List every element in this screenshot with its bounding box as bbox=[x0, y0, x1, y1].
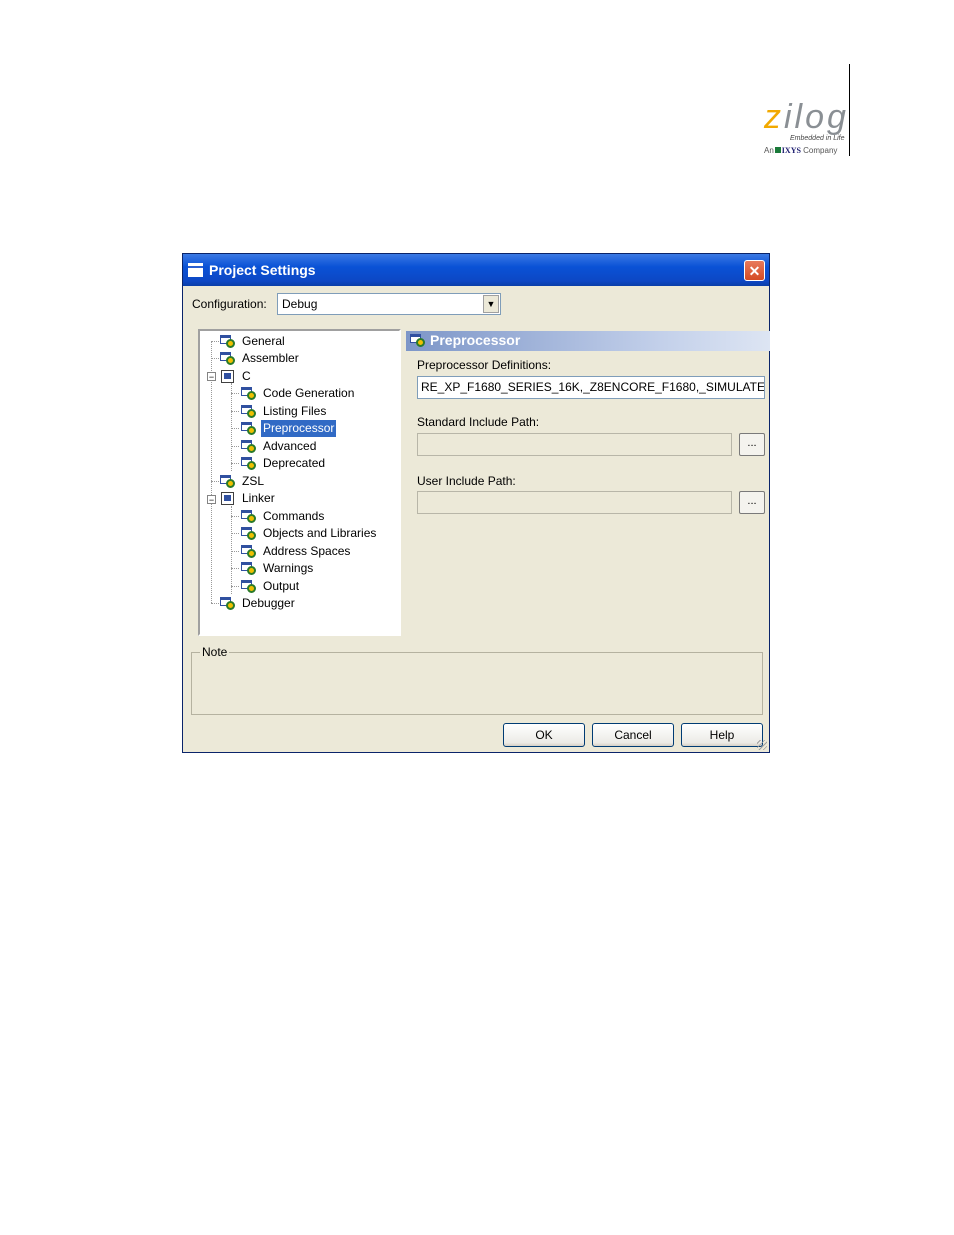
ixys-square-icon bbox=[774, 147, 781, 153]
standard-include-path-label: Standard Include Path: bbox=[417, 415, 540, 429]
settings-page-icon bbox=[220, 597, 236, 610]
cancel-button[interactable]: Cancel bbox=[592, 723, 674, 747]
settings-page-icon bbox=[220, 335, 236, 348]
resize-grip[interactable] bbox=[757, 740, 767, 750]
tree-line bbox=[231, 568, 239, 569]
user-include-browse-button[interactable]: ... bbox=[739, 491, 765, 514]
tree-line bbox=[231, 551, 239, 552]
configuration-label: Configuration: bbox=[192, 297, 267, 311]
configuration-value: Debug bbox=[282, 297, 318, 311]
tree-line bbox=[231, 533, 239, 534]
tree-line bbox=[211, 358, 219, 359]
logo-company: An IXYS Company bbox=[764, 146, 838, 155]
settings-page-icon bbox=[241, 510, 257, 523]
standard-include-browse-button[interactable]: ... bbox=[739, 433, 765, 456]
settings-page-icon bbox=[410, 334, 426, 347]
tree-line bbox=[231, 428, 239, 429]
tree-line bbox=[231, 516, 239, 517]
tree-line bbox=[231, 411, 239, 412]
collapse-linker-toggle[interactable]: − bbox=[207, 495, 216, 505]
tree-line bbox=[211, 603, 219, 604]
dialog-title: Project Settings bbox=[209, 262, 316, 278]
settings-folder-icon bbox=[220, 492, 236, 505]
note-label: Note bbox=[200, 645, 230, 659]
settings-page-icon bbox=[220, 352, 236, 365]
settings-page-icon bbox=[241, 440, 257, 453]
tree-line bbox=[211, 481, 219, 482]
user-include-path-label: User Include Path: bbox=[417, 474, 516, 488]
tree-line bbox=[231, 506, 232, 594]
close-button[interactable]: ✕ bbox=[744, 260, 765, 281]
settings-page-icon bbox=[241, 527, 257, 540]
settings-page-icon bbox=[220, 475, 236, 488]
header-rule bbox=[849, 64, 850, 156]
standard-include-path-input[interactable] bbox=[417, 433, 732, 456]
settings-page-icon bbox=[241, 422, 257, 435]
settings-page-icon bbox=[241, 405, 257, 418]
preprocessor-definitions-label: Preprocessor Definitions: bbox=[417, 358, 552, 372]
preprocessor-definitions-input[interactable]: RE_XP_F1680_SERIES_16K,_Z8ENCORE_F1680,_… bbox=[417, 376, 765, 399]
settings-page-icon bbox=[241, 387, 257, 400]
settings-tree[interactable]: − − General Assembler C Code Generation … bbox=[198, 329, 401, 636]
tree-line bbox=[211, 341, 219, 342]
panel-header: Preprocessor bbox=[406, 331, 770, 351]
zilog-logo: zilog Embedded in Life An IXYS Company bbox=[760, 100, 850, 160]
help-button[interactable]: Help bbox=[681, 723, 763, 747]
configuration-select[interactable]: Debug ▼ bbox=[277, 293, 501, 315]
collapse-c-toggle[interactable]: − bbox=[207, 372, 216, 382]
tree-line bbox=[231, 586, 239, 587]
note-group: Note bbox=[191, 645, 763, 715]
tree-line bbox=[231, 393, 239, 394]
ok-button[interactable]: OK bbox=[503, 723, 585, 747]
settings-page-icon bbox=[241, 545, 257, 558]
user-include-path-input[interactable] bbox=[417, 491, 732, 514]
settings-folder-icon bbox=[220, 370, 236, 383]
title-bar[interactable]: Project Settings ✕ bbox=[183, 254, 769, 286]
window-icon bbox=[188, 263, 203, 277]
chevron-down-icon[interactable]: ▼ bbox=[483, 295, 499, 313]
tree-line bbox=[231, 383, 232, 471]
project-settings-dialog: Project Settings ✕ Configuration: Debug … bbox=[182, 253, 770, 753]
settings-page-icon bbox=[241, 580, 257, 593]
panel-title: Preprocessor bbox=[430, 332, 521, 348]
tree-line bbox=[231, 463, 239, 464]
settings-page-icon bbox=[241, 457, 257, 470]
settings-page-icon bbox=[241, 562, 257, 575]
logo-wordmark: zilog bbox=[764, 98, 849, 136]
tree-line bbox=[231, 446, 239, 447]
logo-tagline: Embedded in Life bbox=[790, 135, 845, 142]
